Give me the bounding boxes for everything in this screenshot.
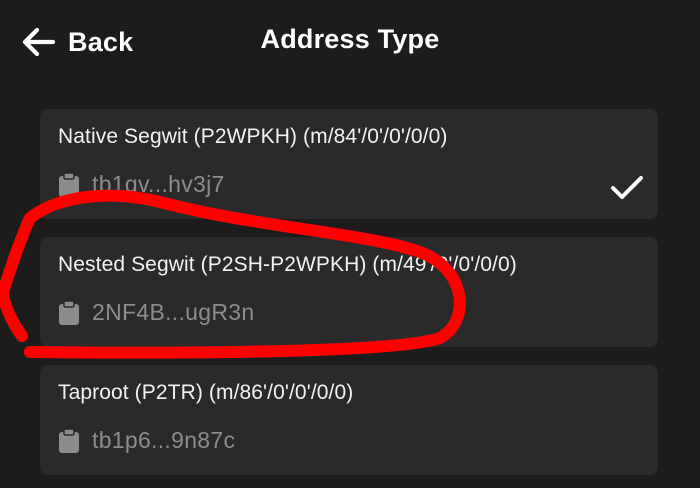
clipboard-icon — [59, 427, 79, 453]
option-native-segwit[interactable]: Native Segwit (P2WPKH) (m/84'/0'/0'/0/0)… — [40, 109, 658, 219]
option-label: Nested Segwit (P2SH-P2WPKH) (m/49'/0'/0'… — [58, 253, 517, 276]
address-text: tb1qv...hv3j7 — [92, 171, 225, 197]
header: Back Address Type — [0, 0, 700, 84]
option-taproot[interactable]: Taproot (P2TR) (m/86'/0'/0'/0/0) tb1p6..… — [40, 365, 658, 475]
checkmark-icon — [611, 176, 643, 199]
option-nested-segwit[interactable]: Nested Segwit (P2SH-P2WPKH) (m/49'/0'/0'… — [40, 237, 658, 347]
address-type-list: Native Segwit (P2WPKH) (m/84'/0'/0'/0/0)… — [40, 109, 658, 488]
option-address: 2NF4B...ugR3n — [58, 299, 254, 326]
clipboard-icon — [59, 299, 79, 325]
address-text: 2NF4B...ugR3n — [92, 299, 255, 325]
option-label: Native Segwit (P2WPKH) (m/84'/0'/0'/0/0) — [58, 125, 448, 148]
address-type-screen: Back Address Type Native Segwit (P2WPKH)… — [0, 0, 700, 488]
address-text: tb1p6...9n87c — [92, 427, 236, 453]
clipboard-icon — [59, 171, 79, 197]
option-address: tb1p6...9n87c — [58, 427, 235, 454]
page-title: Address Type — [260, 24, 440, 54]
option-label: Taproot (P2TR) (m/86'/0'/0'/0/0) — [58, 381, 354, 404]
option-address: tb1qv...hv3j7 — [58, 171, 225, 198]
